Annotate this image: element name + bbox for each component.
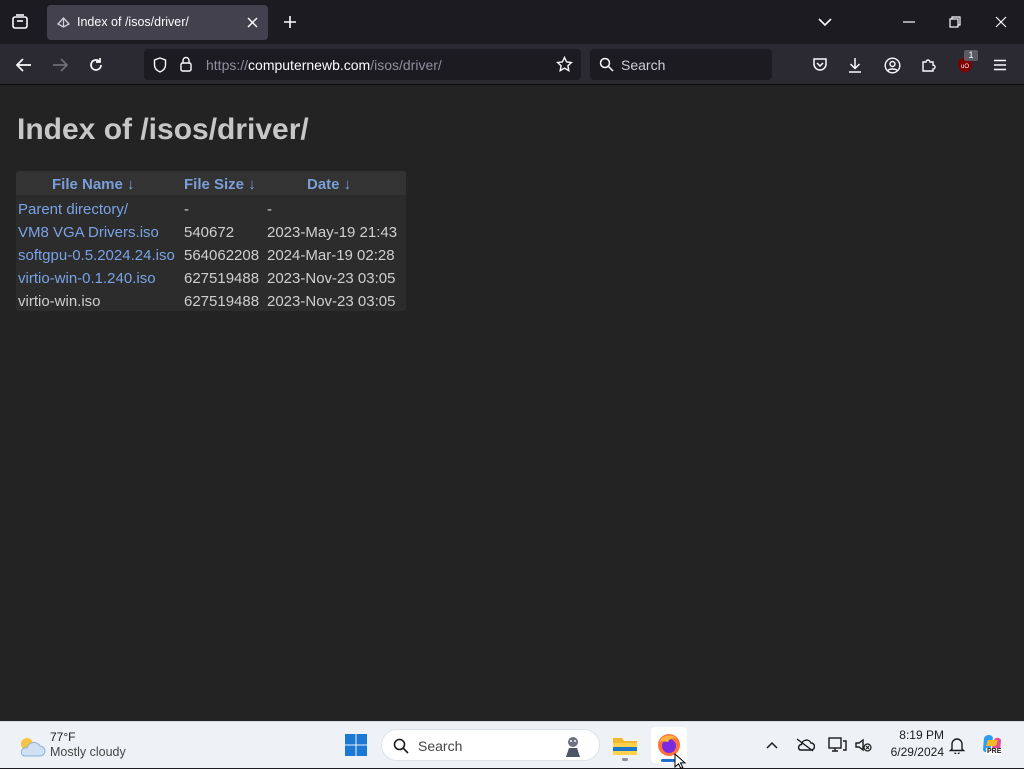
file-name-link[interactable]: virtio-win.iso [18, 293, 101, 310]
close-window-icon [995, 16, 1007, 28]
puzzle-icon [922, 59, 936, 72]
start-button[interactable] [342, 731, 370, 759]
minimize-icon [903, 21, 915, 23]
file-date: 2023-Nov-23 03:05 [267, 270, 396, 287]
close-window-button[interactable] [990, 11, 1012, 33]
column-header-date[interactable]: Date ↓ [307, 176, 351, 193]
firefox-view-button[interactable] [8, 10, 32, 34]
ublock-origin-button[interactable]: uO 1 [953, 50, 978, 77]
shield-icon [153, 57, 167, 73]
column-header-file-name[interactable]: File Name ↓ [52, 176, 135, 193]
file-date: 2024-Mar-19 02:28 [267, 247, 395, 264]
file-size: 540672 [184, 224, 235, 241]
onedrive-tray-button[interactable] [794, 734, 816, 756]
chevron-down-icon [818, 17, 832, 26]
file-size: 564062208 [184, 247, 260, 264]
pocket-icon [813, 58, 827, 71]
column-header-file-size[interactable]: File Size ↓ [184, 176, 256, 193]
file-size: 627519488 [184, 270, 260, 287]
plus-icon [284, 16, 296, 28]
svg-text:uO: uO [961, 64, 969, 70]
mouse-cursor-icon [674, 753, 687, 769]
network-tray-button[interactable] [826, 734, 848, 756]
hamburger-menu-icon [994, 59, 1006, 71]
back-button[interactable] [12, 53, 36, 77]
running-indicator [622, 758, 628, 761]
lock-icon [180, 56, 192, 72]
windows-logo-icon [345, 734, 367, 756]
arrow-right-icon [53, 58, 68, 72]
file-listing-table: File Name ↓ File Size ↓ Date ↓ Parent di… [16, 171, 406, 311]
arrow-left-icon [16, 58, 31, 72]
file-name-link[interactable]: VM8 VGA Drivers.iso [18, 224, 159, 241]
windows-taskbar: 77°F Mostly cloudy Search 8:19 PM 6/29/2… [0, 721, 1024, 769]
download-icon [849, 58, 861, 73]
file-size: - [184, 201, 189, 218]
firefox-view-icon [12, 14, 28, 29]
taskbar-search-label: Search [418, 738, 463, 754]
search-bar[interactable]: Search [590, 49, 772, 80]
page-title: Index of /isos/driver/ [17, 113, 309, 146]
search-placeholder: Search [621, 57, 666, 73]
cloud-offline-icon [796, 738, 815, 752]
bell-icon [949, 738, 965, 754]
tab-title: Index of /isos/driver/ [77, 15, 189, 29]
restore-window-button[interactable] [944, 11, 966, 33]
star-icon[interactable] [556, 56, 573, 73]
file-date: 2023-May-19 21:43 [267, 224, 398, 241]
page-content: Index of /isos/driver/ File Name ↓ File … [0, 85, 1024, 721]
account-icon [883, 56, 901, 74]
url-text: https://computernewb.com/isos/driver/ [206, 57, 442, 73]
table-header: File Name ↓ File Size ↓ Date ↓ [16, 171, 406, 195]
taskbar-search-box[interactable]: Search [381, 729, 600, 761]
page-favicon-icon [56, 16, 71, 28]
clock-date: 6/29/2024 [890, 745, 944, 759]
close-icon [246, 16, 258, 28]
search-icon [393, 738, 409, 754]
folder-icon [613, 738, 637, 755]
clock[interactable]: 8:19 PM 6/29/2024 [880, 728, 944, 764]
extension-badge: 1 [964, 50, 978, 61]
search-highlight-icon [566, 737, 580, 757]
forward-button[interactable] [48, 53, 72, 77]
list-all-tabs-button[interactable] [814, 11, 836, 33]
new-tab-button[interactable] [279, 11, 301, 33]
clock-time: 8:19 PM [899, 728, 944, 742]
account-button[interactable] [880, 53, 904, 77]
file-date: - [267, 201, 272, 218]
reload-icon [90, 58, 102, 71]
pocket-button[interactable] [808, 53, 832, 77]
file-name-link[interactable]: virtio-win-0.1.240.iso [18, 270, 156, 287]
active-tab[interactable]: Index of /isos/driver/ [47, 5, 268, 40]
network-icon [828, 737, 847, 752]
chevron-up-icon [766, 741, 778, 749]
app-menu-button[interactable] [988, 53, 1012, 77]
volume-tray-button[interactable] [852, 734, 874, 756]
downloads-button[interactable] [843, 53, 867, 77]
search-icon [599, 57, 614, 72]
tab-bar: Index of /isos/driver/ [0, 0, 1024, 44]
restore-icon [949, 16, 961, 28]
preview-badge: PRE [986, 748, 1003, 755]
file-size: 627519488 [184, 293, 260, 310]
weather-widget[interactable]: 77°F Mostly cloudy [14, 728, 134, 764]
url-bar[interactable]: https://computernewb.com/isos/driver/ [144, 49, 581, 80]
file-date: 2023-Nov-23 03:05 [267, 293, 396, 310]
weather-description: Mostly cloudy [50, 745, 126, 759]
speaker-muted-icon [855, 738, 872, 752]
file-name-link[interactable]: Parent directory/ [18, 201, 128, 218]
minimize-window-button[interactable] [898, 11, 920, 33]
weather-temperature: 77°F [50, 730, 76, 744]
navigation-toolbar: https://computernewb.com/isos/driver/ Se… [0, 44, 1024, 85]
cloudy-weather-icon [20, 738, 46, 757]
file-explorer-taskbar-button[interactable] [610, 729, 640, 761]
close-tab-button[interactable] [243, 13, 261, 31]
reload-button[interactable] [84, 53, 108, 77]
extensions-button[interactable] [917, 53, 941, 77]
notifications-button[interactable] [946, 734, 968, 756]
show-hidden-icons-button[interactable] [763, 735, 781, 755]
file-name-link[interactable]: softgpu-0.5.2024.24.iso [18, 247, 175, 264]
copilot-button[interactable]: PRE [978, 731, 1006, 759]
